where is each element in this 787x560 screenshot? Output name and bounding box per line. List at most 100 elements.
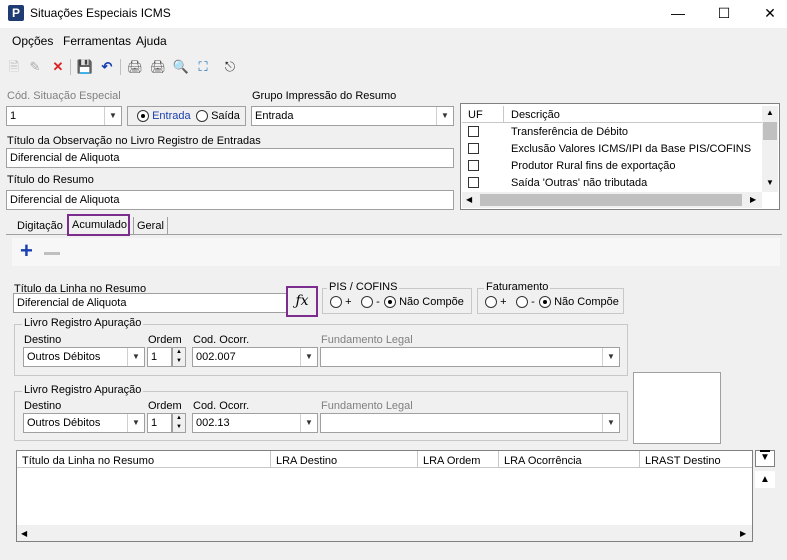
table-row[interactable]: Exclusão Valores ICMS/IPI da Base PIS/CO… <box>511 143 751 155</box>
grupo-label: Grupo Impressão do Resumo <box>252 90 397 102</box>
table-row[interactable]: Transferência de Débito <box>511 126 628 138</box>
app-icon: P <box>8 5 24 21</box>
toolbar-separator <box>70 59 71 75</box>
chevron-down-icon[interactable]: ▼ <box>127 414 144 432</box>
toolbar-separator <box>120 59 121 75</box>
column-divider <box>639 451 640 468</box>
print-icon[interactable]: 🖨 <box>126 58 144 76</box>
grid-hscrollbar[interactable] <box>17 525 752 541</box>
chevron-left-icon[interactable]: ◀ <box>466 195 472 204</box>
grid-header-titulo: Título da Linha no Resumo <box>22 455 155 467</box>
chevron-down-icon[interactable]: ▼ <box>436 107 453 125</box>
chevron-down-icon[interactable]: ▼ <box>300 348 317 366</box>
move-down-button[interactable]: ▼ <box>755 450 775 467</box>
minimize-icon[interactable]: — <box>655 0 701 28</box>
chevron-right-icon[interactable]: ▶ <box>750 195 756 204</box>
new-icon[interactable]: 🗎 <box>5 58 23 76</box>
fundamento-combo[interactable] <box>320 413 620 433</box>
radio-fat-plus[interactable]: + <box>485 296 507 309</box>
ordem-label: Ordem <box>148 400 182 412</box>
ordem-spinner[interactable]: ▲ ▼ <box>172 413 186 433</box>
close-icon[interactable]: ✕ <box>747 0 787 28</box>
fundamento-label: Fundamento Legal <box>321 400 413 412</box>
zoom-icon[interactable]: ⛶ <box>194 58 212 76</box>
delete-icon[interactable]: ✕ <box>49 58 67 76</box>
fx-button[interactable]: ƒx <box>286 286 318 317</box>
chevron-down-icon[interactable]: ▼ <box>104 107 121 125</box>
edit-icon[interactable]: ✎ <box>26 58 44 76</box>
table-row[interactable]: Produtor Rural fins de exportação <box>511 160 675 172</box>
ordem-input[interactable]: 1 <box>147 413 172 433</box>
acumulado-toolbar <box>12 238 780 266</box>
fundamento-combo[interactable] <box>320 347 620 367</box>
grupo-value: Entrada <box>255 110 294 122</box>
resumo-label: Título do Resumo <box>7 174 94 186</box>
remove-icon[interactable] <box>44 252 60 255</box>
scroll-thumb[interactable] <box>763 122 777 140</box>
save-icon[interactable]: 💾 <box>76 58 94 76</box>
radio-saida-label: Saída <box>211 110 240 122</box>
ordem-spinner[interactable]: ▲ ▼ <box>172 347 186 367</box>
maximize-icon[interactable]: ☐ <box>701 0 747 28</box>
grid-header-lra-destino: LRA Destino <box>276 455 338 467</box>
resumo-input[interactable]: Diferencial de Aliquota <box>6 190 454 210</box>
chevron-down-icon[interactable]: ▼ <box>127 348 144 366</box>
lra-title-1: Livro Registro Apuração <box>22 317 144 329</box>
checkbox[interactable] <box>468 143 479 154</box>
radio-pis-nao-compoe[interactable]: Não Compõe <box>384 296 464 309</box>
cod-ocorr-value: 002.007 <box>196 351 236 363</box>
linha-value: Diferencial de Aliquota <box>17 297 127 309</box>
menu-opcoes[interactable]: Opções <box>12 34 53 48</box>
table-row[interactable]: Saída 'Outras' não tributada <box>511 177 647 189</box>
chevron-down-icon[interactable]: ▼ <box>766 178 774 187</box>
radio-label: Não Compõe <box>399 296 464 308</box>
chevron-left-icon[interactable]: ◀ <box>21 529 27 538</box>
ordem-value: 1 <box>151 351 158 363</box>
uf-header: UF <box>468 109 483 121</box>
checkbox[interactable] <box>468 177 479 188</box>
add-icon[interactable]: + <box>20 240 33 262</box>
radio-saida[interactable]: Saída <box>196 110 240 123</box>
linha-input[interactable]: Diferencial de Aliquota <box>13 293 315 313</box>
radio-pis-plus[interactable]: + <box>330 296 352 309</box>
obs-input[interactable]: Diferencial de Aliquota <box>6 148 454 168</box>
checkbox[interactable] <box>468 126 479 137</box>
destino-value: Outros Débitos <box>27 417 101 429</box>
radio-fat-minus[interactable]: - <box>516 296 535 309</box>
image-panel <box>633 372 721 444</box>
radio-entrada[interactable]: Entrada <box>137 110 191 123</box>
radio-fat-nao-compoe[interactable]: Não Compõe <box>539 296 619 309</box>
undo-icon[interactable]: ↶ <box>98 58 116 76</box>
ordem-input[interactable]: 1 <box>147 347 172 367</box>
window-title: Situações Especiais ICMS <box>30 6 171 20</box>
chevron-down-icon[interactable]: ▼ <box>300 414 317 432</box>
chevron-up-icon[interactable]: ▲ <box>766 108 774 117</box>
fx-icon: ƒx <box>295 293 309 309</box>
menu-ajuda[interactable]: Ajuda <box>136 34 167 48</box>
tab-geral[interactable]: Geral <box>137 220 164 232</box>
chevron-down-icon[interactable]: ▼ <box>602 348 619 366</box>
destino-label: Destino <box>24 334 62 346</box>
grupo-combo[interactable]: Entrada <box>251 106 454 126</box>
chevron-down-icon[interactable]: ▼ <box>602 414 619 432</box>
descricao-header: Descrição <box>511 109 560 121</box>
obs-label: Título da Observação no Livro Registro d… <box>7 135 261 147</box>
checkbox[interactable] <box>468 160 479 171</box>
destino-label: Destino <box>24 400 62 412</box>
tab-digitacao[interactable]: Digitação <box>17 220 63 232</box>
exit-icon[interactable]: ⎋ <box>221 58 239 76</box>
radio-label: + <box>500 296 507 308</box>
column-divider <box>498 451 499 468</box>
faturamento-title: Faturamento <box>484 281 551 293</box>
column-divider <box>503 106 504 123</box>
chevron-right-icon[interactable]: ▶ <box>740 529 746 538</box>
menu-ferramentas[interactable]: Ferramentas <box>63 34 131 48</box>
move-up-button[interactable]: ▲ <box>755 471 775 488</box>
cod-ocorr-label: Cod. Ocorr. <box>193 334 250 346</box>
scroll-thumb[interactable] <box>480 194 742 206</box>
search-icon[interactable]: 🔍 <box>172 58 190 76</box>
print-preview-icon[interactable]: 🖨 <box>149 58 167 76</box>
radio-pis-minus[interactable]: - <box>361 296 380 309</box>
fundamento-label: Fundamento Legal <box>321 334 413 346</box>
obs-value: Diferencial de Aliquota <box>10 152 120 164</box>
